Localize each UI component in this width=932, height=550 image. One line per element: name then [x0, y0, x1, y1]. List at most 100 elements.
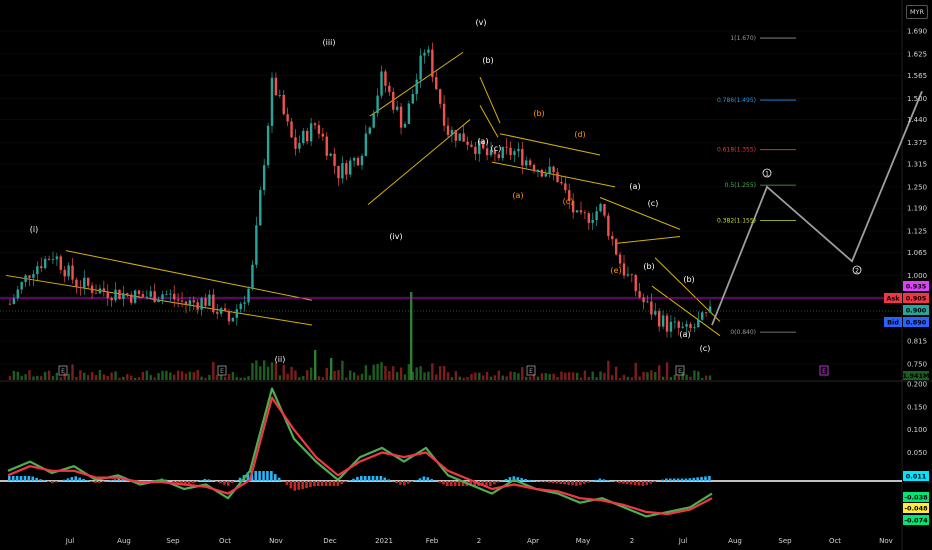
histogram-bar [195, 481, 199, 482]
candle-body [392, 91, 395, 110]
candle-body [270, 77, 274, 126]
candle-body [399, 106, 403, 128]
volume-bar [474, 372, 477, 380]
fib-label: 0.618(1.355) [717, 147, 756, 154]
y-tick-label: 1.690 [907, 28, 927, 36]
candle-body [372, 113, 375, 128]
histogram-bar [289, 481, 293, 489]
histogram-bar [74, 476, 78, 481]
histogram-bar [191, 481, 195, 483]
histogram-bar [492, 481, 496, 485]
volume-bar [349, 370, 352, 380]
x-tick-label: 2021 [375, 537, 393, 545]
histogram-bar [504, 478, 508, 481]
volume-bar [517, 373, 520, 380]
histogram-bar [305, 481, 308, 489]
volume-bar [384, 365, 387, 380]
volume-bar [482, 375, 485, 380]
x-tick-label: Jul [65, 537, 75, 545]
volume-bar [47, 370, 51, 380]
volume-bar [204, 377, 207, 380]
candle-body [28, 275, 31, 278]
volume-bar [243, 377, 246, 380]
volume-bar [266, 366, 270, 380]
histogram-bar [19, 476, 23, 481]
volume-bar [568, 372, 571, 380]
volume-bar [575, 372, 579, 380]
channel-line [479, 76, 501, 124]
candle-body [133, 290, 137, 303]
candle-body [122, 293, 125, 300]
candle-body [32, 274, 35, 278]
histogram-bar [496, 481, 500, 483]
histogram-bar [219, 481, 222, 484]
candle-body [71, 265, 74, 280]
wave-label: (ii) [275, 355, 286, 364]
candle-body [235, 309, 238, 318]
price-tag-label: Ask [886, 294, 900, 302]
osc-value-tag: -0.038 [904, 493, 928, 501]
volume-bar [118, 377, 121, 380]
candle-body [337, 165, 340, 179]
volume-bar [227, 373, 231, 380]
candle-body [673, 321, 677, 323]
volume-bar [697, 371, 700, 380]
volume-bar [251, 362, 254, 380]
candle-body [435, 77, 438, 90]
volume-bar [102, 374, 106, 380]
y-tick-label: 1.500 [907, 95, 927, 103]
fib-label: 0.786(1.495) [717, 97, 756, 104]
candle-body [411, 93, 414, 104]
candle-body [317, 125, 321, 134]
histogram-bar [520, 478, 523, 481]
candle-body [685, 324, 688, 327]
candle-body [266, 125, 270, 166]
histogram-bar [602, 479, 606, 481]
histogram-bar [641, 481, 645, 486]
volume-bar [673, 374, 677, 380]
histogram-bar [35, 477, 38, 481]
wave-label: (b) [533, 109, 544, 118]
histogram-bar [665, 478, 668, 481]
candle-body [141, 294, 145, 297]
histogram-bar [336, 481, 340, 486]
candle-body [333, 153, 336, 166]
candle-body [282, 94, 285, 115]
candle-body [43, 258, 47, 269]
histogram-bar [422, 476, 426, 481]
histogram-bar [672, 478, 676, 481]
volume-bar [427, 371, 430, 380]
candle-body [79, 286, 82, 289]
histogram-bar [395, 481, 398, 483]
candle-body [51, 259, 55, 261]
volume-bar [419, 366, 422, 380]
candle-body [126, 293, 129, 295]
histogram-bar [410, 481, 414, 482]
volume-bar [470, 374, 473, 380]
volume-bar [114, 371, 117, 380]
candle-body [67, 265, 70, 277]
candle-body [153, 291, 156, 303]
volume-bar [196, 370, 199, 380]
histogram-bar [406, 481, 410, 484]
volume-bar [173, 374, 176, 380]
volume-bar [40, 376, 43, 380]
histogram-bar [31, 476, 35, 481]
volume-bar [407, 364, 411, 380]
candle-body [16, 289, 19, 299]
volume-bar [130, 375, 133, 380]
histogram-bar [696, 477, 699, 481]
histogram-bar [328, 481, 332, 486]
candle-body [611, 236, 614, 240]
histogram-bar [489, 481, 492, 486]
histogram-bar [313, 481, 316, 487]
volume-bar [489, 376, 493, 380]
volume-bar [239, 377, 242, 380]
histogram-bar [622, 481, 625, 484]
volume-bar [309, 367, 313, 380]
volume-spike [410, 292, 413, 380]
candle-body [501, 146, 504, 159]
candle-body [614, 239, 618, 255]
price-chart[interactable]: 1(1.670) 0.786(1.495) 0.618(1.355) 0.5(1.25… [0, 0, 932, 550]
candle-body [212, 294, 215, 313]
